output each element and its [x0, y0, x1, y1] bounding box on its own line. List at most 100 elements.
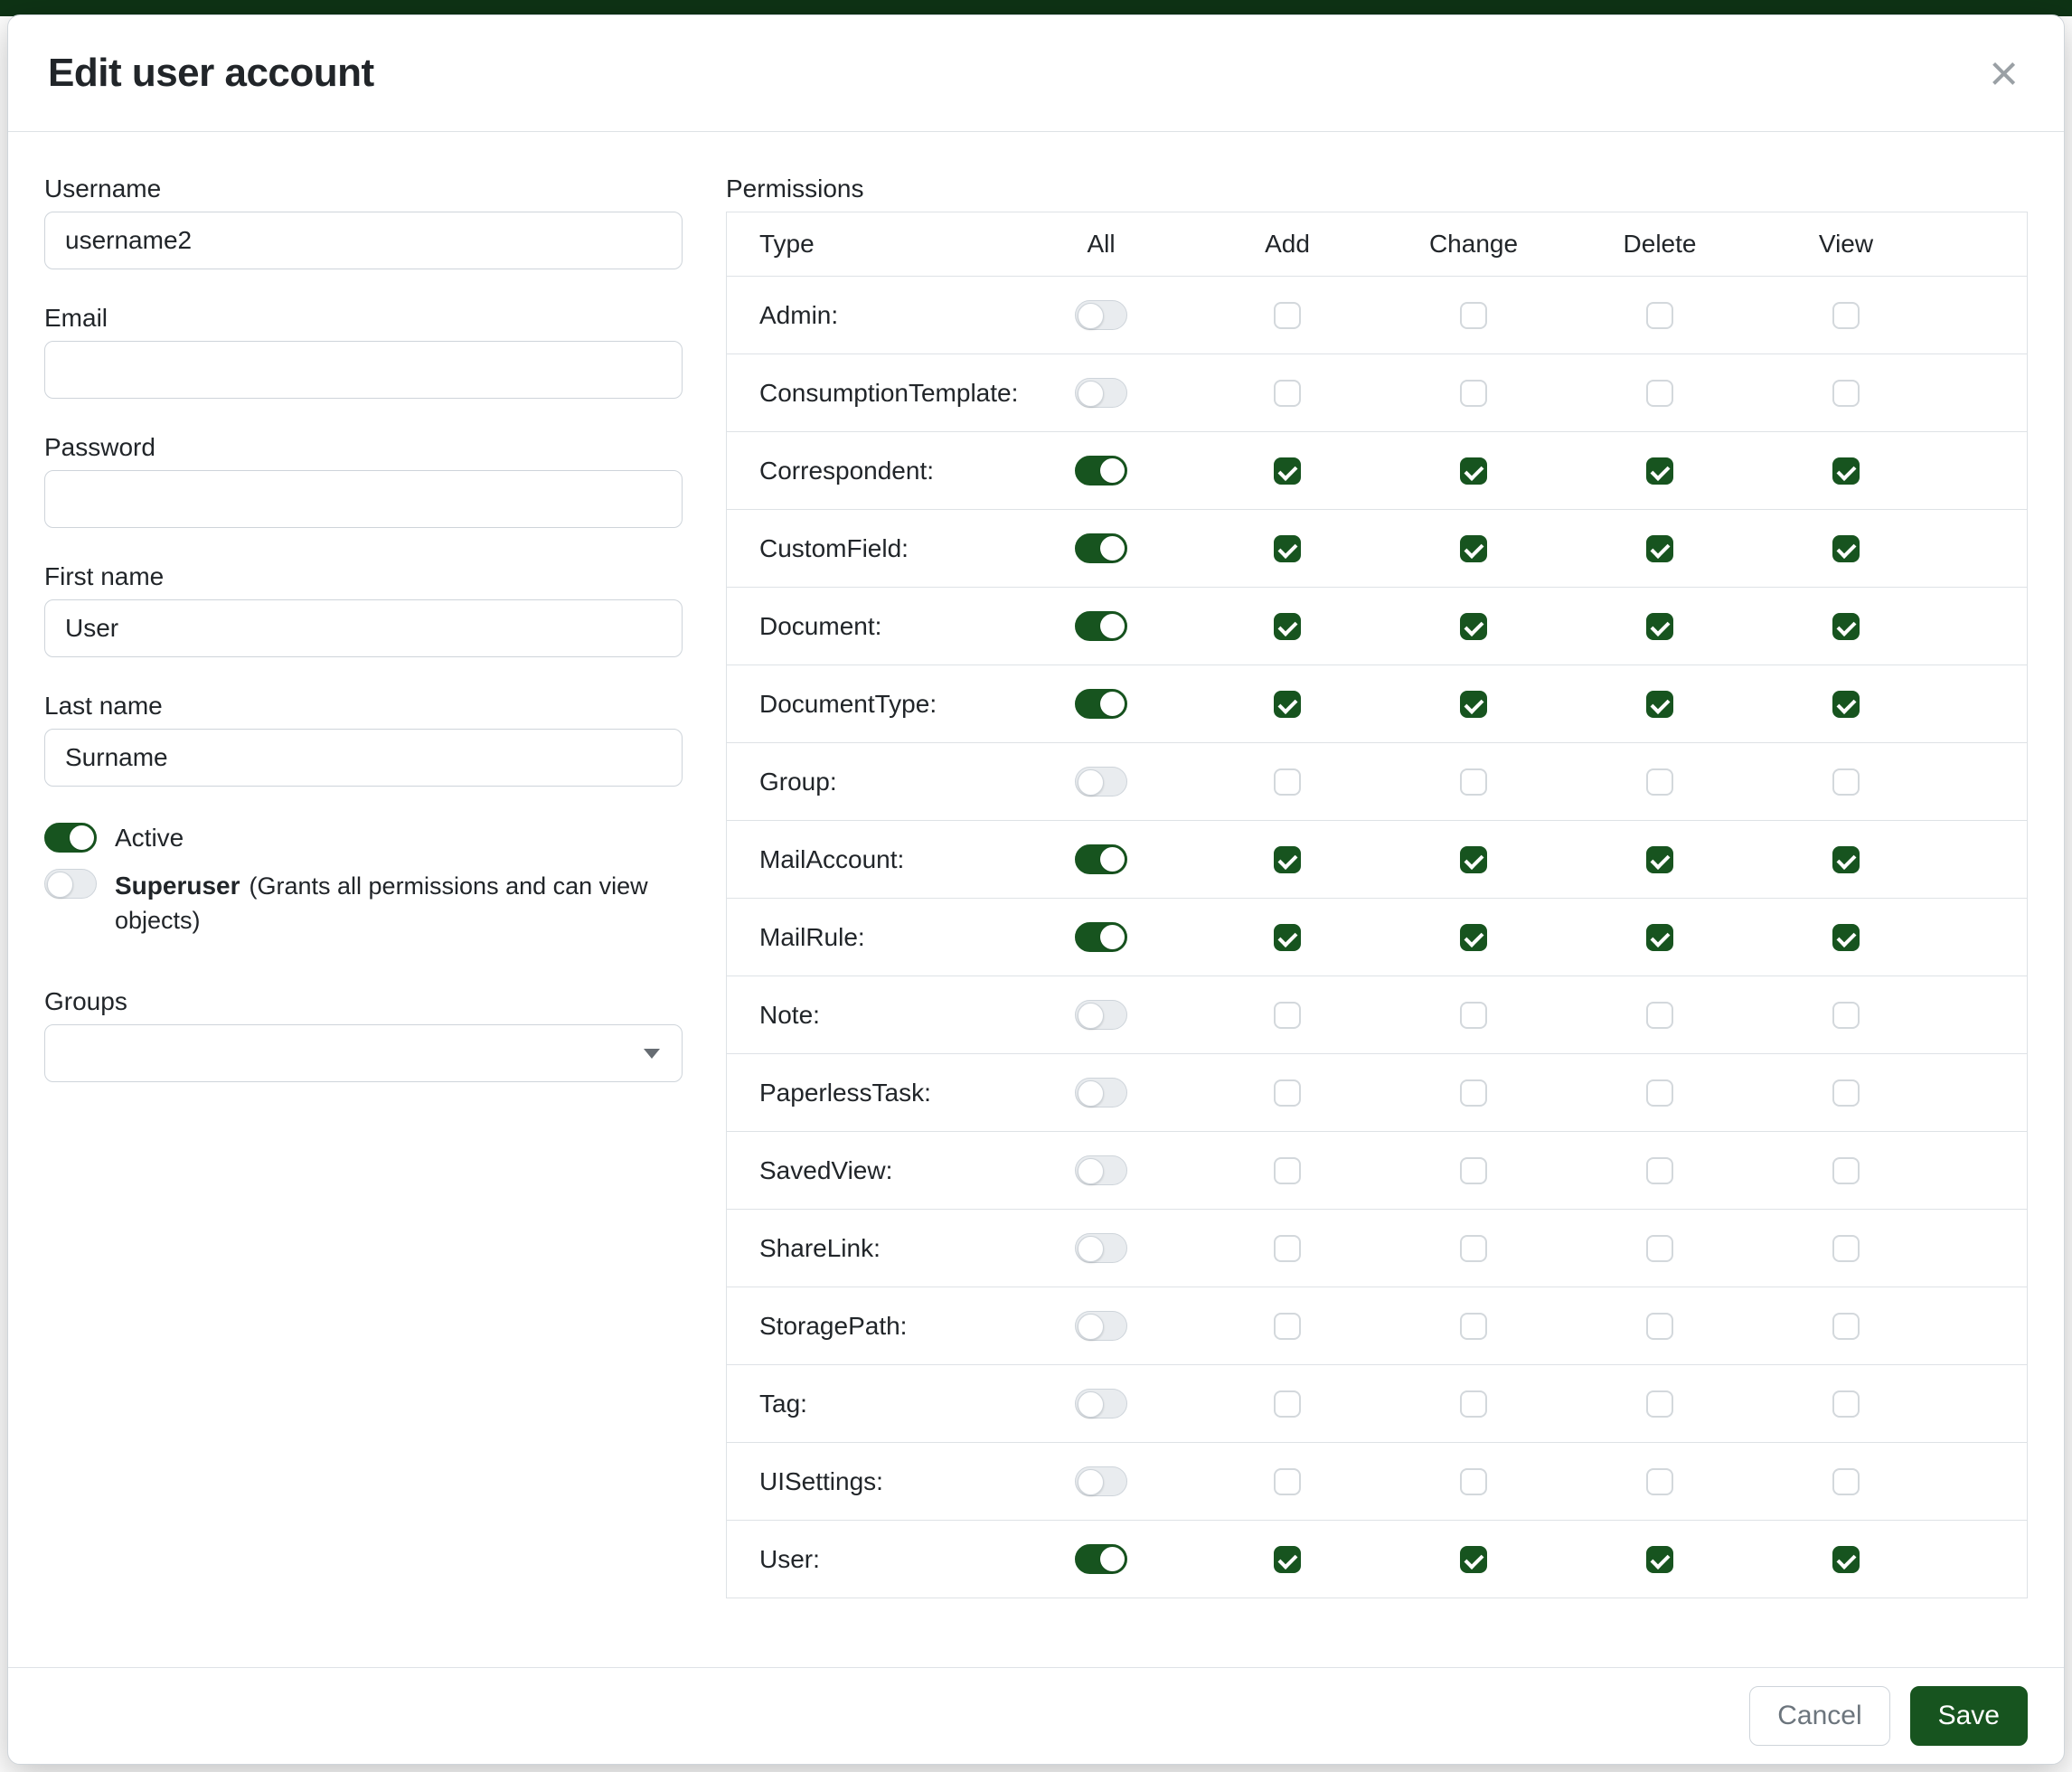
permission-add-checkbox[interactable]	[1274, 846, 1301, 873]
permission-view-checkbox[interactable]	[1832, 1235, 1860, 1262]
username-input[interactable]	[44, 212, 683, 269]
first-name-input[interactable]	[44, 599, 683, 657]
permission-all-toggle[interactable]	[1075, 922, 1127, 952]
permission-add-checkbox[interactable]	[1274, 457, 1301, 485]
permission-change-checkbox[interactable]	[1460, 1157, 1487, 1184]
permission-change-checkbox[interactable]	[1460, 1235, 1487, 1262]
permission-view-checkbox[interactable]	[1832, 1468, 1860, 1495]
save-button[interactable]: Save	[1910, 1686, 2028, 1746]
permission-change-checkbox[interactable]	[1460, 1002, 1487, 1029]
cancel-button[interactable]: Cancel	[1749, 1686, 1889, 1746]
permission-delete-checkbox[interactable]	[1646, 457, 1673, 485]
permission-delete-checkbox[interactable]	[1646, 846, 1673, 873]
permission-all-toggle[interactable]	[1075, 456, 1127, 485]
permission-all-toggle[interactable]	[1075, 1466, 1127, 1496]
permission-delete-checkbox[interactable]	[1646, 1002, 1673, 1029]
permission-add-checkbox[interactable]	[1274, 1546, 1301, 1573]
permission-type-label: User:	[727, 1545, 1008, 1574]
permission-change-checkbox[interactable]	[1460, 1546, 1487, 1573]
permission-view-checkbox[interactable]	[1832, 613, 1860, 640]
permission-delete-checkbox[interactable]	[1646, 1157, 1673, 1184]
permission-view-checkbox[interactable]	[1832, 1157, 1860, 1184]
permission-delete-checkbox[interactable]	[1646, 691, 1673, 718]
permission-change-checkbox[interactable]	[1460, 1468, 1487, 1495]
permission-change-checkbox[interactable]	[1460, 1313, 1487, 1340]
permission-view-checkbox[interactable]	[1832, 924, 1860, 951]
permission-view-checkbox[interactable]	[1832, 380, 1860, 407]
permission-change-checkbox[interactable]	[1460, 613, 1487, 640]
permission-all-toggle[interactable]	[1075, 1389, 1127, 1419]
permission-view-checkbox[interactable]	[1832, 1002, 1860, 1029]
permission-delete-checkbox[interactable]	[1646, 380, 1673, 407]
permission-change-checkbox[interactable]	[1460, 302, 1487, 329]
permission-add-checkbox[interactable]	[1274, 535, 1301, 562]
permission-add-checkbox[interactable]	[1274, 1079, 1301, 1107]
permission-view-checkbox[interactable]	[1832, 457, 1860, 485]
permission-all-toggle[interactable]	[1075, 533, 1127, 563]
permission-view-checkbox[interactable]	[1832, 1546, 1860, 1573]
groups-label: Groups	[44, 986, 683, 1017]
groups-select[interactable]	[44, 1024, 683, 1082]
permission-delete-checkbox[interactable]	[1646, 613, 1673, 640]
active-toggle[interactable]	[44, 823, 97, 853]
permission-all-toggle[interactable]	[1075, 844, 1127, 874]
permission-all-toggle[interactable]	[1075, 689, 1127, 719]
permission-delete-checkbox[interactable]	[1646, 1235, 1673, 1262]
permission-delete-checkbox[interactable]	[1646, 768, 1673, 796]
permission-all-toggle[interactable]	[1075, 300, 1127, 330]
permission-change-checkbox[interactable]	[1460, 1390, 1487, 1418]
permission-view-checkbox[interactable]	[1832, 1079, 1860, 1107]
permission-add-checkbox[interactable]	[1274, 1235, 1301, 1262]
permission-change-checkbox[interactable]	[1460, 1079, 1487, 1107]
permission-delete-checkbox[interactable]	[1646, 302, 1673, 329]
permission-delete-checkbox[interactable]	[1646, 1468, 1673, 1495]
last-name-input[interactable]	[44, 729, 683, 787]
permission-view-checkbox[interactable]	[1832, 768, 1860, 796]
permission-all-toggle[interactable]	[1075, 1078, 1127, 1108]
permission-delete-checkbox[interactable]	[1646, 924, 1673, 951]
permission-all-toggle[interactable]	[1075, 611, 1127, 641]
permission-delete-checkbox[interactable]	[1646, 1390, 1673, 1418]
permission-all-toggle[interactable]	[1075, 1233, 1127, 1263]
permission-all-toggle[interactable]	[1075, 1155, 1127, 1185]
permission-change-checkbox[interactable]	[1460, 380, 1487, 407]
permission-change-checkbox[interactable]	[1460, 924, 1487, 951]
permission-add-checkbox[interactable]	[1274, 1313, 1301, 1340]
permission-delete-checkbox[interactable]	[1646, 1313, 1673, 1340]
permission-change-checkbox[interactable]	[1460, 457, 1487, 485]
close-icon[interactable]: ×	[1983, 48, 2024, 99]
permission-view-checkbox[interactable]	[1832, 535, 1860, 562]
permission-view-checkbox[interactable]	[1832, 691, 1860, 718]
permission-view-checkbox[interactable]	[1832, 1390, 1860, 1418]
superuser-toggle[interactable]	[44, 869, 97, 899]
permission-delete-checkbox[interactable]	[1646, 1546, 1673, 1573]
permissions-rows: Admin: ConsumptionTemplate: Corresponden…	[727, 276, 2027, 1598]
email-input[interactable]	[44, 341, 683, 399]
permission-add-checkbox[interactable]	[1274, 1390, 1301, 1418]
permission-add-checkbox[interactable]	[1274, 1002, 1301, 1029]
permission-add-checkbox[interactable]	[1274, 768, 1301, 796]
permission-all-toggle[interactable]	[1075, 1544, 1127, 1574]
password-input[interactable]	[44, 470, 683, 528]
permission-change-checkbox[interactable]	[1460, 846, 1487, 873]
permission-change-checkbox[interactable]	[1460, 535, 1487, 562]
permission-add-checkbox[interactable]	[1274, 1468, 1301, 1495]
permission-view-checkbox[interactable]	[1832, 846, 1860, 873]
permission-add-checkbox[interactable]	[1274, 302, 1301, 329]
permission-delete-checkbox[interactable]	[1646, 535, 1673, 562]
permission-view-checkbox[interactable]	[1832, 302, 1860, 329]
permission-all-toggle[interactable]	[1075, 1311, 1127, 1341]
permission-view-checkbox[interactable]	[1832, 1313, 1860, 1340]
permission-all-toggle[interactable]	[1075, 1000, 1127, 1030]
permission-add-checkbox[interactable]	[1274, 380, 1301, 407]
permission-all-toggle[interactable]	[1075, 767, 1127, 796]
permission-add-checkbox[interactable]	[1274, 1157, 1301, 1184]
permission-change-checkbox[interactable]	[1460, 768, 1487, 796]
permission-add-checkbox[interactable]	[1274, 691, 1301, 718]
permission-add-checkbox[interactable]	[1274, 613, 1301, 640]
permission-delete-checkbox[interactable]	[1646, 1079, 1673, 1107]
permission-all-toggle[interactable]	[1075, 378, 1127, 408]
permission-change-checkbox[interactable]	[1460, 691, 1487, 718]
groups-field-group: Groups	[44, 986, 683, 1082]
permission-add-checkbox[interactable]	[1274, 924, 1301, 951]
